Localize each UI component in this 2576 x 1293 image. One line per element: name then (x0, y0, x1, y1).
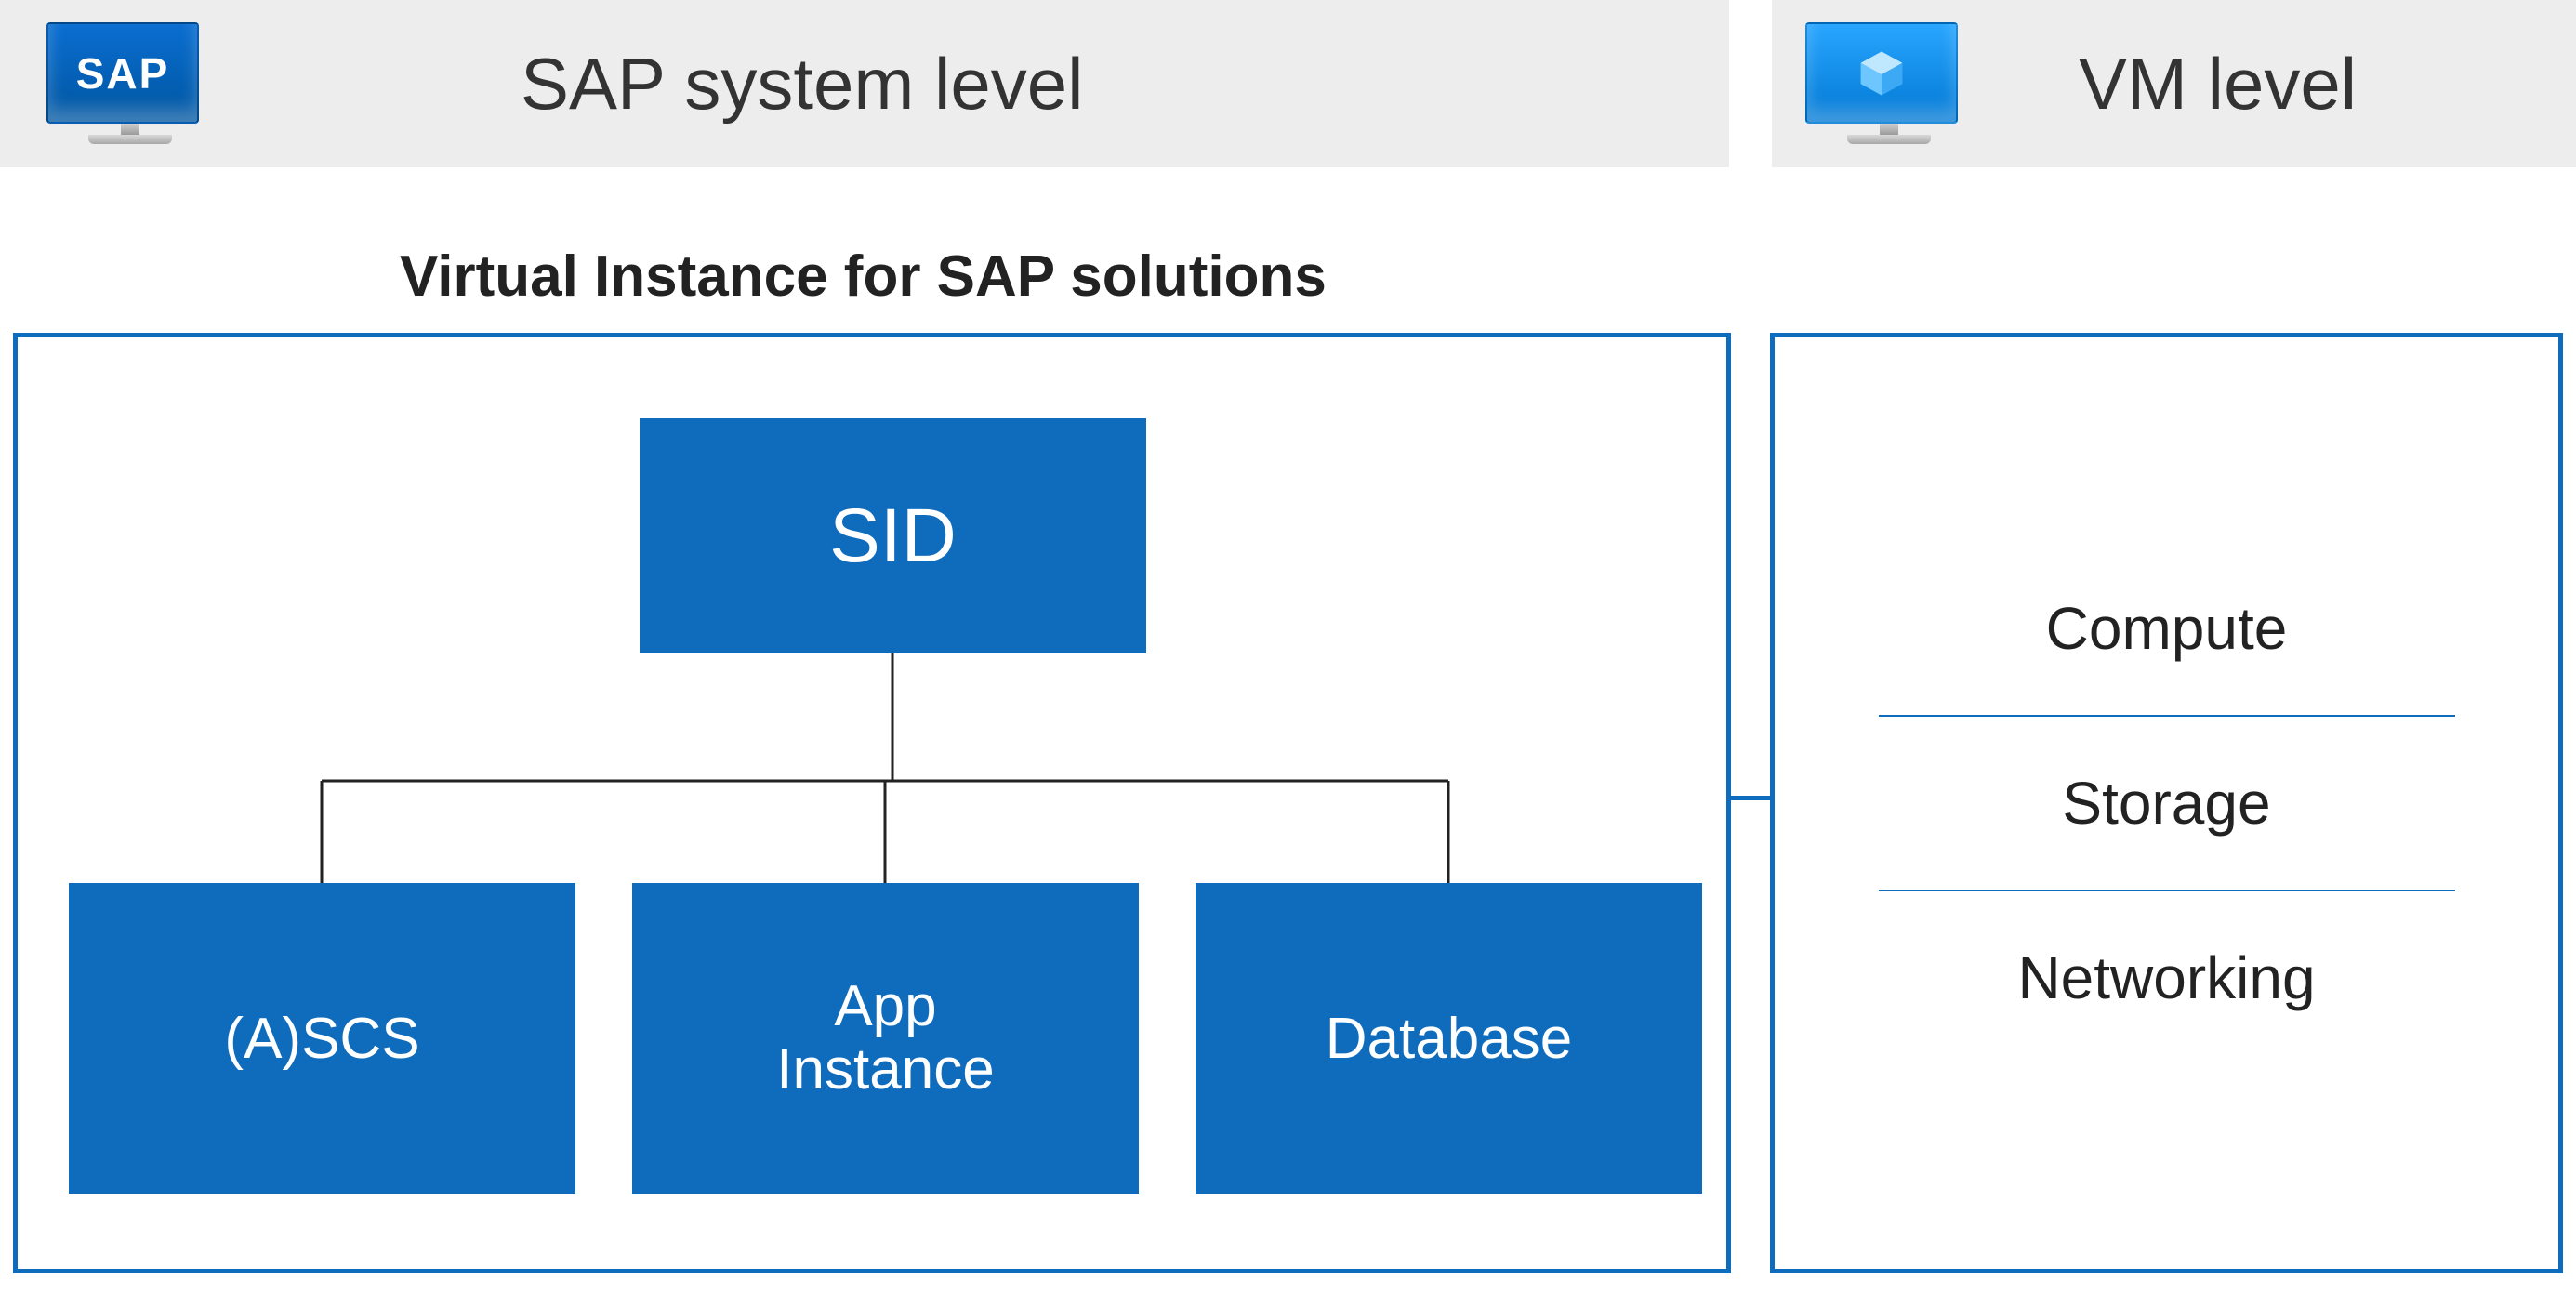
header-vm-level: VM level (1772, 0, 2576, 167)
app-instance-block: App Instance (632, 883, 1139, 1194)
vm-item-storage: Storage (1879, 717, 2455, 890)
ascs-label: (A)SCS (224, 1006, 419, 1072)
monitor-base (1847, 135, 1931, 144)
header-right-title: VM level (2079, 42, 2357, 126)
vm-item-compute: Compute (1879, 542, 2455, 715)
monitor-stand (1880, 124, 1898, 135)
ascs-block: (A)SCS (69, 883, 575, 1194)
diagram-canvas: SAP SAP system level VM level Virtual In… (0, 0, 2576, 1293)
sap-logo-text: SAP (76, 48, 170, 99)
sap-logo-screen: SAP (46, 22, 199, 124)
vm-monitor-icon (1805, 22, 1973, 148)
box-bridge-connector (1727, 796, 1774, 800)
vm-item-networking: Networking (1879, 891, 2455, 1064)
cube-icon (1856, 47, 1908, 99)
app-label-line1: App (834, 974, 936, 1038)
app-instance-label: App Instance (776, 975, 994, 1102)
sid-label: SID (829, 493, 957, 580)
sap-monitor-icon: SAP (46, 22, 214, 148)
database-block: Database (1196, 883, 1702, 1194)
vm-screen (1805, 22, 1958, 124)
header-sap-system-level: SAP SAP system level (0, 0, 1729, 167)
sid-block: SID (640, 418, 1146, 653)
monitor-stand (121, 124, 139, 135)
database-label: Database (1326, 1006, 1572, 1072)
vm-container: Compute Storage Networking (1770, 333, 2563, 1273)
vm-list: Compute Storage Networking (1775, 337, 2558, 1269)
vis-title: Virtual Instance for SAP solutions (400, 244, 1327, 310)
header-left-title: SAP system level (521, 42, 1083, 126)
monitor-base (88, 135, 172, 144)
app-label-line2: Instance (776, 1037, 994, 1102)
